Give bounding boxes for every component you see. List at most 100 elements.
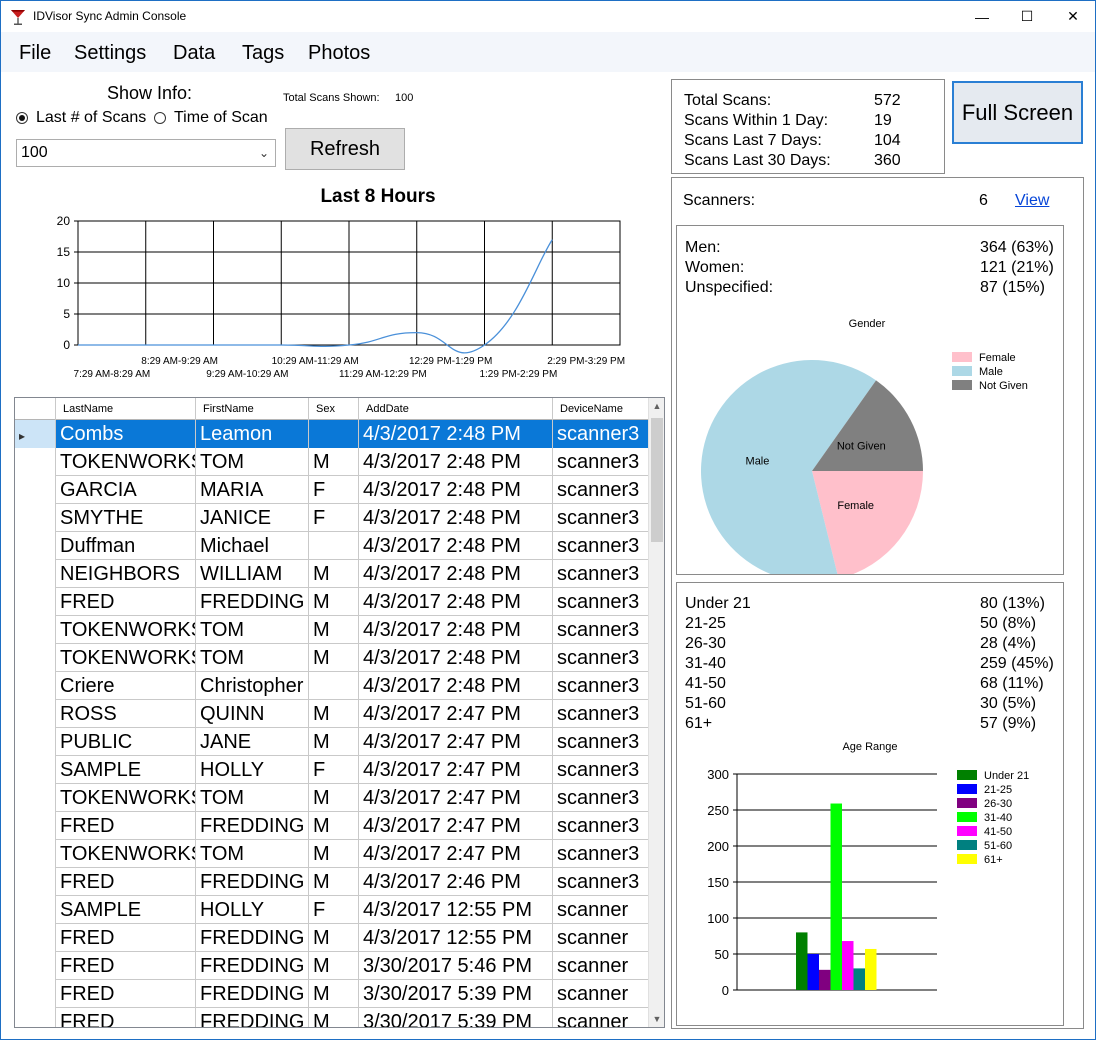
cell-lastname[interactable]: NEIGHBORS <box>56 560 196 588</box>
col-header-sex[interactable]: Sex <box>309 398 359 420</box>
cell-firstname[interactable]: HOLLY <box>196 896 309 924</box>
row-header[interactable] <box>15 448 56 476</box>
cell-firstname[interactable]: TOM <box>196 616 309 644</box>
cell-lastname[interactable]: Combs <box>56 420 196 448</box>
cell-sex[interactable]: M <box>309 728 359 756</box>
table-row[interactable]: FRED FREDDING M 4/3/2017 2:48 PM scanner3 <box>15 588 649 616</box>
cell-firstname[interactable]: TOM <box>196 784 309 812</box>
row-header[interactable] <box>15 840 56 868</box>
cell-sex[interactable]: M <box>309 812 359 840</box>
refresh-button[interactable]: Refresh <box>285 128 405 170</box>
cell-devicename[interactable]: scanner3 <box>553 532 649 560</box>
cell-devicename[interactable]: scanner3 <box>553 476 649 504</box>
scroll-up-icon[interactable]: ▲ <box>649 398 664 414</box>
cell-sex[interactable]: M <box>309 616 359 644</box>
cell-devicename[interactable]: scanner <box>553 952 649 980</box>
table-row[interactable]: TOKENWORKS TOM M 4/3/2017 2:48 PM scanner3 <box>15 448 649 476</box>
cell-adddate[interactable]: 3/30/2017 5:39 PM <box>359 1008 553 1027</box>
cell-sex[interactable] <box>309 420 359 448</box>
cell-lastname[interactable]: Duffman <box>56 532 196 560</box>
row-header[interactable] <box>15 952 56 980</box>
cell-adddate[interactable]: 4/3/2017 12:55 PM <box>359 896 553 924</box>
cell-sex[interactable]: M <box>309 700 359 728</box>
cell-devicename[interactable]: scanner3 <box>553 560 649 588</box>
cell-lastname[interactable]: SMYTHE <box>56 504 196 532</box>
menu-photos[interactable]: Photos <box>308 42 370 65</box>
table-row[interactable]: Duffman Michael 4/3/2017 2:48 PM scanner3 <box>15 532 649 560</box>
cell-lastname[interactable]: FRED <box>56 980 196 1008</box>
cell-devicename[interactable]: scanner <box>553 1008 649 1027</box>
cell-firstname[interactable]: TOM <box>196 840 309 868</box>
cell-adddate[interactable]: 4/3/2017 2:48 PM <box>359 672 553 700</box>
cell-sex[interactable] <box>309 532 359 560</box>
cell-devicename[interactable]: scanner3 <box>553 420 649 448</box>
cell-firstname[interactable]: Christopher <box>196 672 309 700</box>
cell-devicename[interactable]: scanner3 <box>553 448 649 476</box>
cell-adddate[interactable]: 4/3/2017 2:48 PM <box>359 420 553 448</box>
table-row[interactable]: TOKENWORKS TOM M 4/3/2017 2:47 PM scanner3 <box>15 784 649 812</box>
scanners-view-link[interactable]: View <box>1015 192 1049 210</box>
cell-firstname[interactable]: FREDDING <box>196 588 309 616</box>
cell-firstname[interactable]: FREDDING <box>196 952 309 980</box>
cell-sex[interactable]: M <box>309 952 359 980</box>
cell-firstname[interactable]: WILLIAM <box>196 560 309 588</box>
row-header[interactable] <box>15 924 56 952</box>
cell-devicename[interactable]: scanner3 <box>553 728 649 756</box>
cell-adddate[interactable]: 4/3/2017 2:48 PM <box>359 588 553 616</box>
cell-lastname[interactable]: FRED <box>56 924 196 952</box>
cell-sex[interactable]: M <box>309 980 359 1008</box>
cell-sex[interactable]: F <box>309 476 359 504</box>
cell-lastname[interactable]: FRED <box>56 812 196 840</box>
cell-devicename[interactable]: scanner <box>553 896 649 924</box>
cell-adddate[interactable]: 4/3/2017 12:55 PM <box>359 924 553 952</box>
cell-adddate[interactable]: 3/30/2017 5:46 PM <box>359 952 553 980</box>
cell-firstname[interactable]: TOM <box>196 448 309 476</box>
cell-sex[interactable]: M <box>309 644 359 672</box>
cell-lastname[interactable]: TOKENWORKS <box>56 448 196 476</box>
cell-devicename[interactable]: scanner3 <box>553 700 649 728</box>
cell-sex[interactable]: M <box>309 448 359 476</box>
cell-lastname[interactable]: FRED <box>56 1008 196 1027</box>
table-row[interactable]: FRED FREDDING M 4/3/2017 2:47 PM scanner3 <box>15 812 649 840</box>
cell-devicename[interactable]: scanner3 <box>553 672 649 700</box>
cell-devicename[interactable]: scanner <box>553 980 649 1008</box>
table-row[interactable]: SMYTHE JANICE F 4/3/2017 2:48 PM scanner3 <box>15 504 649 532</box>
cell-devicename[interactable]: scanner3 <box>553 504 649 532</box>
cell-firstname[interactable]: FREDDING <box>196 1008 309 1027</box>
menu-tags[interactable]: Tags <box>242 42 284 65</box>
cell-adddate[interactable]: 4/3/2017 2:48 PM <box>359 532 553 560</box>
cell-adddate[interactable]: 4/3/2017 2:47 PM <box>359 784 553 812</box>
row-header[interactable] <box>15 728 56 756</box>
cell-devicename[interactable]: scanner3 <box>553 840 649 868</box>
table-row[interactable]: PUBLIC JANE M 4/3/2017 2:47 PM scanner3 <box>15 728 649 756</box>
row-header[interactable] <box>15 588 56 616</box>
row-header[interactable]: ▸ <box>15 420 56 448</box>
table-row[interactable]: FRED FREDDING M 3/30/2017 5:39 PM scanner <box>15 980 649 1008</box>
row-header[interactable] <box>15 980 56 1008</box>
cell-lastname[interactable]: Criere <box>56 672 196 700</box>
cell-sex[interactable]: M <box>309 588 359 616</box>
scan-count-select[interactable]: 100 ⌄ <box>16 139 276 167</box>
cell-lastname[interactable]: TOKENWORKS <box>56 840 196 868</box>
cell-devicename[interactable]: scanner3 <box>553 784 649 812</box>
row-header[interactable] <box>15 896 56 924</box>
cell-firstname[interactable]: QUINN <box>196 700 309 728</box>
row-header[interactable] <box>15 756 56 784</box>
cell-sex[interactable]: F <box>309 896 359 924</box>
cell-devicename[interactable]: scanner3 <box>553 756 649 784</box>
cell-adddate[interactable]: 4/3/2017 2:46 PM <box>359 868 553 896</box>
cell-devicename[interactable]: scanner3 <box>553 588 649 616</box>
row-header[interactable] <box>15 1008 56 1027</box>
row-header[interactable] <box>15 700 56 728</box>
menu-file[interactable]: File <box>19 42 51 65</box>
table-row[interactable]: ▸ Combs Leamon 4/3/2017 2:48 PM scanner3 <box>15 420 649 448</box>
col-header-firstname[interactable]: FirstName <box>196 398 309 420</box>
cell-lastname[interactable]: GARCIA <box>56 476 196 504</box>
cell-firstname[interactable]: Michael <box>196 532 309 560</box>
cell-firstname[interactable]: JANICE <box>196 504 309 532</box>
scrollbar-thumb[interactable] <box>651 418 663 542</box>
cell-lastname[interactable]: TOKENWORKS <box>56 784 196 812</box>
minimize-button[interactable]: — <box>959 1 1005 32</box>
cell-adddate[interactable]: 4/3/2017 2:47 PM <box>359 812 553 840</box>
row-header[interactable] <box>15 476 56 504</box>
